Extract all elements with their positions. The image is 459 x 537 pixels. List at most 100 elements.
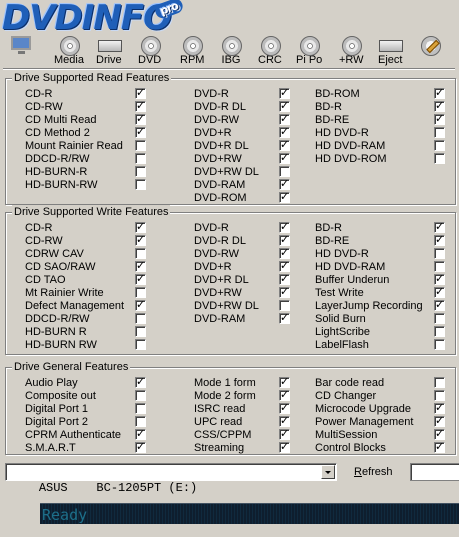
feature-checkbox[interactable]: [135, 375, 146, 388]
feature-checkbox[interactable]: [135, 440, 146, 453]
feature-checkbox[interactable]: [279, 151, 290, 164]
feature-checkbox[interactable]: [135, 233, 146, 246]
extra-field[interactable]: [410, 463, 459, 481]
feature-checkbox[interactable]: [135, 339, 146, 350]
feature-checkbox[interactable]: [135, 140, 146, 151]
feature-checkbox[interactable]: [135, 427, 146, 440]
feature-checkbox[interactable]: [279, 99, 290, 112]
feature-checkbox[interactable]: [279, 440, 290, 453]
feature-checkbox[interactable]: [279, 166, 290, 177]
logo-text: DVDINFO: [2, 0, 172, 38]
feature-checkbox[interactable]: [279, 86, 290, 99]
feature-checkbox[interactable]: [279, 190, 290, 203]
feature-checkbox[interactable]: [135, 125, 146, 138]
feature-checkbox[interactable]: [279, 311, 290, 324]
feature-row: DVD-R: [194, 86, 324, 101]
feature-checkbox[interactable]: [135, 179, 146, 190]
feature-checkbox[interactable]: [135, 166, 146, 177]
feature-checkbox[interactable]: [434, 140, 445, 151]
toolbar-button-2[interactable]: Drive: [96, 36, 122, 66]
toolbar-button-10[interactable]: [420, 36, 442, 66]
feature-checkbox[interactable]: [434, 127, 445, 138]
feature-checkbox[interactable]: [434, 440, 445, 453]
feature-checkbox[interactable]: [434, 112, 445, 125]
disc-icon: [259, 36, 281, 56]
feature-checkbox[interactable]: [135, 99, 146, 112]
feature-checkbox[interactable]: [279, 401, 290, 414]
feature-label: CDRW CAV: [25, 248, 84, 260]
feature-checkbox[interactable]: [434, 153, 445, 164]
feature-checkbox[interactable]: [135, 259, 146, 272]
read-column-1: DVD-RDVD-R DLDVD-RWDVD+RDVD+R DLDVD+RWDV…: [194, 86, 324, 205]
feature-checkbox[interactable]: [135, 112, 146, 125]
feature-checkbox[interactable]: [434, 298, 445, 311]
feature-checkbox[interactable]: [434, 285, 445, 298]
feature-checkbox[interactable]: [135, 248, 146, 259]
feature-checkbox[interactable]: [135, 403, 146, 414]
feature-checkbox[interactable]: [279, 300, 290, 311]
feature-checkbox[interactable]: [434, 233, 445, 246]
feature-label: HD DVD-RAM: [315, 140, 386, 152]
feature-row: UPC read: [194, 414, 324, 429]
feature-row: Audio Play: [25, 375, 155, 390]
feature-checkbox[interactable]: [434, 414, 445, 427]
feature-checkbox[interactable]: [279, 220, 290, 233]
feature-checkbox[interactable]: [135, 153, 146, 164]
feature-checkbox[interactable]: [135, 326, 146, 337]
feature-row: DVD+R: [194, 259, 324, 274]
feature-label: Bar code read: [315, 377, 385, 389]
feature-checkbox[interactable]: [135, 390, 146, 401]
feature-checkbox[interactable]: [279, 112, 290, 125]
feature-checkbox[interactable]: [434, 86, 445, 99]
feature-checkbox[interactable]: [279, 125, 290, 138]
toolbar-button-label: Eject: [378, 54, 403, 66]
dropdown-arrow-icon[interactable]: [321, 465, 335, 479]
feature-checkbox[interactable]: [434, 326, 445, 337]
feature-checkbox[interactable]: [279, 177, 290, 190]
feature-checkbox[interactable]: [279, 285, 290, 298]
feature-checkbox[interactable]: [135, 313, 146, 324]
feature-checkbox[interactable]: [135, 86, 146, 99]
feature-checkbox[interactable]: [434, 261, 445, 272]
toolbar-button-1[interactable]: Media: [54, 36, 84, 66]
feature-checkbox[interactable]: [279, 375, 290, 388]
feature-checkbox[interactable]: [434, 248, 445, 259]
toolbar-button-4[interactable]: RPM: [180, 36, 204, 66]
feature-label: Mount Rainier Read: [25, 140, 123, 152]
toolbar-button-7[interactable]: Pi Po: [296, 36, 322, 66]
feature-checkbox[interactable]: [279, 414, 290, 427]
feature-checkbox[interactable]: [135, 272, 146, 285]
feature-label: DVD-RW: [194, 248, 240, 260]
feature-checkbox[interactable]: [434, 272, 445, 285]
toolbar-button-8[interactable]: +RW: [339, 36, 364, 66]
feature-checkbox[interactable]: [279, 138, 290, 151]
feature-checkbox[interactable]: [279, 233, 290, 246]
feature-checkbox[interactable]: [434, 401, 445, 414]
feature-checkbox[interactable]: [434, 99, 445, 112]
feature-row: Streaming: [194, 440, 324, 455]
drive-select[interactable]: ASUS BC-1205PT (E:): [5, 463, 337, 495]
feature-checkbox[interactable]: [279, 259, 290, 272]
feature-checkbox[interactable]: [434, 339, 445, 350]
feature-checkbox[interactable]: [434, 390, 445, 401]
feature-checkbox[interactable]: [279, 272, 290, 285]
toolbar-button-3[interactable]: DVD: [138, 36, 161, 66]
toolbar-button-6[interactable]: CRC: [258, 36, 282, 66]
feature-label: Test Write: [315, 287, 364, 299]
toolbar-button-0[interactable]: [10, 36, 32, 66]
feature-checkbox[interactable]: [434, 313, 445, 324]
feature-checkbox[interactable]: [434, 427, 445, 440]
feature-checkbox[interactable]: [279, 246, 290, 259]
toolbar-button-9[interactable]: Eject: [378, 36, 404, 66]
feature-label: S.M.A.R.T: [25, 442, 76, 454]
refresh-button[interactable]: Refresh: [354, 465, 393, 479]
feature-checkbox[interactable]: [279, 427, 290, 440]
feature-checkbox[interactable]: [135, 298, 146, 311]
feature-checkbox[interactable]: [135, 220, 146, 233]
feature-checkbox[interactable]: [135, 287, 146, 298]
feature-checkbox[interactable]: [434, 377, 445, 388]
toolbar-button-5[interactable]: IBG: [220, 36, 242, 66]
feature-checkbox[interactable]: [135, 416, 146, 427]
feature-checkbox[interactable]: [434, 220, 445, 233]
feature-checkbox[interactable]: [279, 388, 290, 401]
